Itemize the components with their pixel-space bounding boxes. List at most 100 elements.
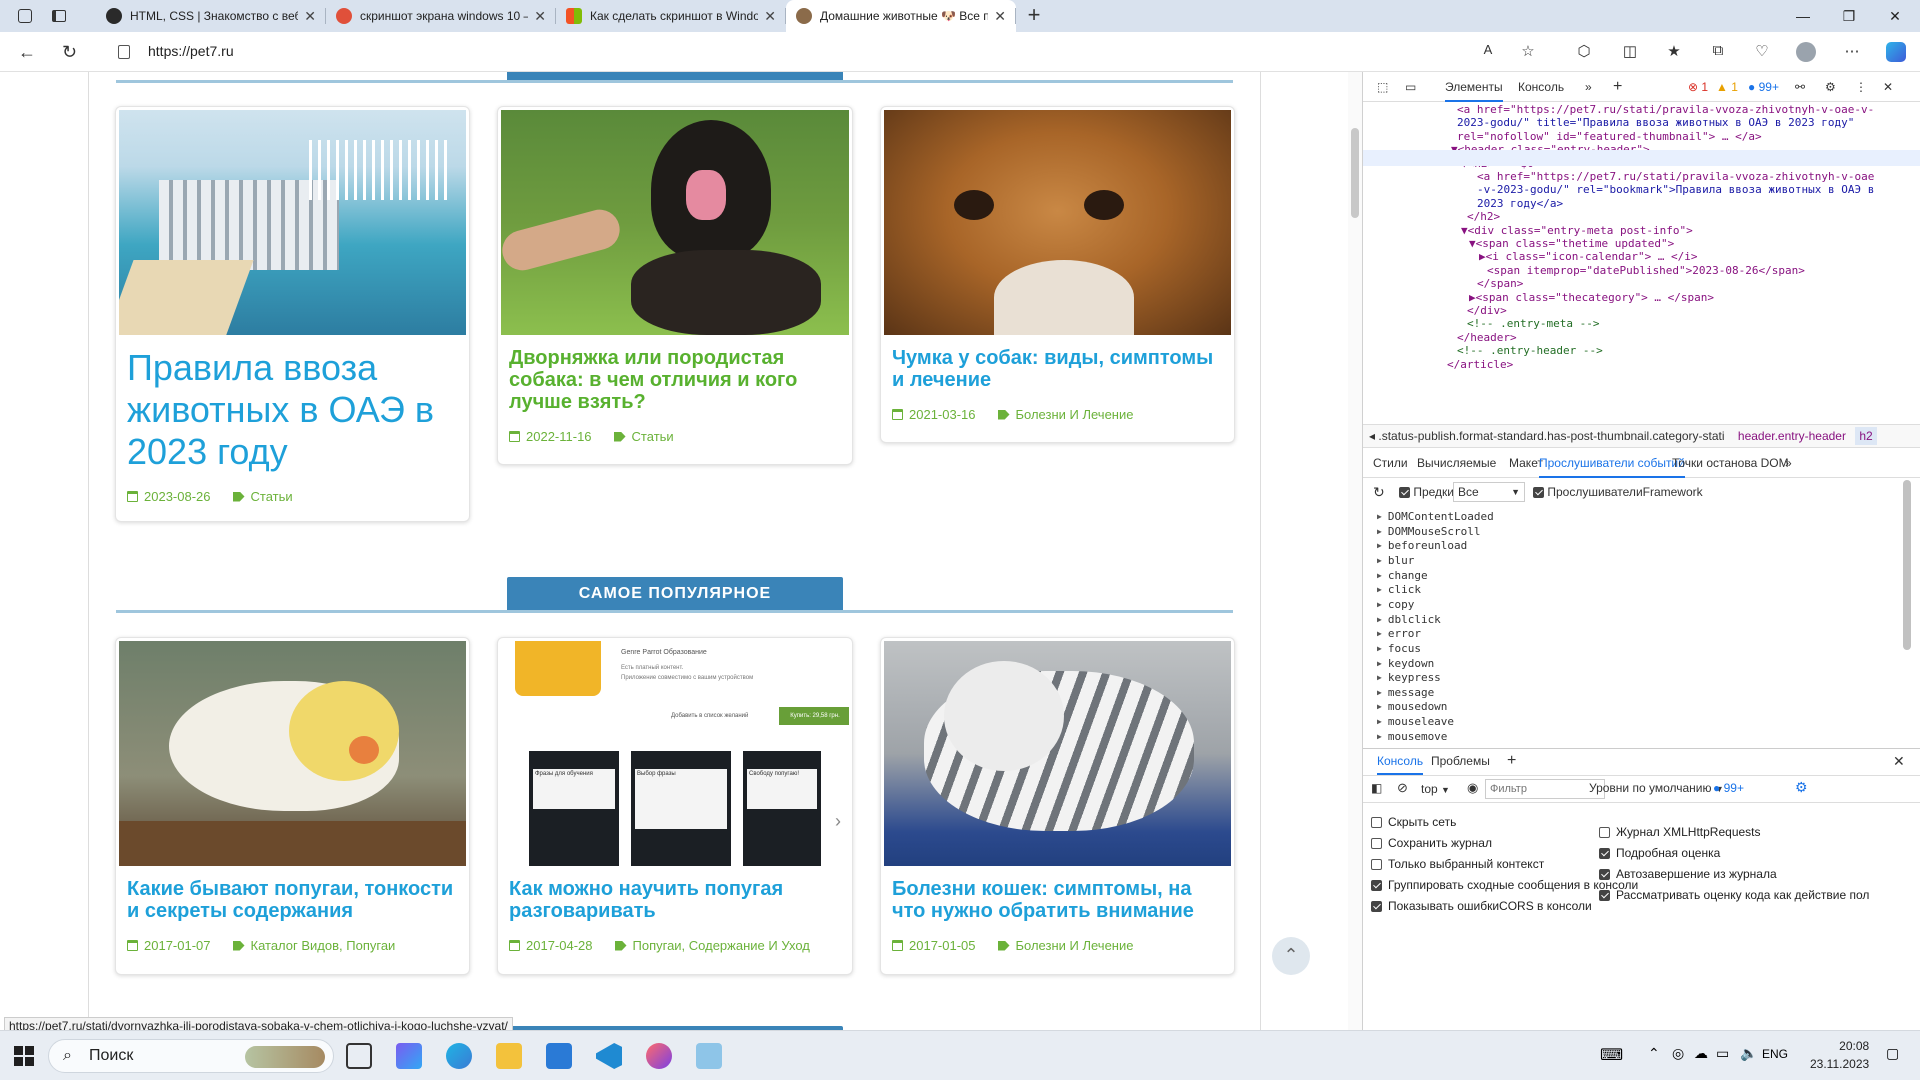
input-language[interactable]: ENG	[1762, 1047, 1788, 1061]
restore-icon[interactable]: ❐	[1826, 0, 1872, 32]
edge-icon[interactable]	[446, 1043, 472, 1069]
minimize-icon[interactable]: —	[1780, 0, 1826, 32]
tab-2[interactable]: Как сделать скриншот в Window ✕	[556, 0, 786, 32]
page-scrollbar[interactable]	[1348, 72, 1362, 1030]
address-field[interactable]	[106, 37, 1566, 67]
console-option-checkbox[interactable]: Скрыть сеть	[1371, 815, 1456, 829]
article-title[interactable]: Дворняжка или породистая собака: в чем о…	[509, 347, 841, 413]
start-button[interactable]	[14, 1046, 34, 1066]
connect-icon[interactable]: ⚯	[1795, 72, 1805, 102]
article-title[interactable]: Болезни кошек: симптомы, на что нужно об…	[892, 878, 1223, 922]
subtab-computed[interactable]: Вычисляемые	[1417, 448, 1496, 478]
add-drawer-tab-icon[interactable]: +	[1507, 749, 1516, 773]
tab-console-drawer[interactable]: Консоль	[1377, 749, 1424, 775]
console-option-checkbox[interactable]: Журнал XMLHttpRequests	[1599, 825, 1761, 839]
file-explorer-icon[interactable]	[496, 1043, 522, 1069]
close-devtools-icon[interactable]: ✕	[1883, 72, 1893, 102]
beagle-photo[interactable]	[884, 110, 1231, 335]
clock[interactable]: 20:08 23.11.2023	[1810, 1037, 1869, 1073]
article-title[interactable]: Правила ввоза животных в ОАЭ в 2023 году	[127, 347, 458, 473]
tab-0[interactable]: HTML, CSS | Знакомство с веб-т ✕	[96, 0, 326, 32]
volume-icon[interactable]: 🔈	[1740, 1045, 1757, 1062]
article-card[interactable]: Правила ввоза животных в ОАЭ в 2023 году…	[115, 106, 470, 522]
ancestors-checkbox[interactable]: Предки	[1399, 485, 1454, 499]
article-card[interactable]: Какие бывают попугаи, тонкости и секреты…	[115, 637, 470, 975]
console-settings-gear-icon[interactable]: ⚙	[1795, 779, 1808, 796]
snipping-tool-icon[interactable]	[696, 1043, 722, 1069]
close-tab-icon[interactable]: ✕	[304, 8, 316, 25]
dog-paw-photo[interactable]	[501, 110, 849, 335]
console-option-checkbox[interactable]: Показывать ошибкиCORS в консоли	[1371, 899, 1592, 913]
extensions-icon[interactable]: ⬡	[1574, 42, 1594, 62]
console-message-count[interactable]: ● 99+	[1713, 781, 1744, 795]
listener-filter-select[interactable]: Все ▼	[1453, 482, 1525, 502]
mail-icon[interactable]	[546, 1043, 572, 1069]
close-tab-icon[interactable]: ✕	[534, 8, 546, 25]
collections-icon[interactable]: ⧉	[1708, 42, 1728, 62]
network-icon[interactable]: ▭	[1716, 1045, 1729, 1062]
article-card[interactable]: Дворняжка или породистая собака: в чем о…	[497, 106, 853, 465]
new-tab-button[interactable]: +	[1016, 0, 1052, 32]
article-card[interactable]: Genre Parrot Образование Есть платный ко…	[497, 637, 853, 975]
close-window-icon[interactable]: ✕	[1872, 0, 1918, 32]
subtab-layout[interactable]: Макет	[1509, 448, 1543, 478]
dom-tree-line[interactable]: <span itemprop="datePublished">2023-08-2…	[1487, 263, 1805, 279]
copilot-icon[interactable]	[1886, 42, 1906, 62]
context-select[interactable]: top ▼	[1421, 779, 1459, 799]
event-listener-list[interactable]: DOMContentLoadedDOMMouseScrollbeforeunlo…	[1363, 508, 1920, 748]
kitten-photo[interactable]	[884, 641, 1231, 866]
console-option-checkbox[interactable]: Подробная оценка	[1599, 846, 1720, 860]
console-option-checkbox[interactable]: Автозавершение из журнала	[1599, 867, 1777, 881]
parrot-app-screenshot[interactable]: Genre Parrot Образование Есть платный ко…	[501, 641, 849, 866]
breadcrumb-scroll-icon[interactable]: ◂	[1363, 429, 1375, 443]
close-tab-icon[interactable]: ✕	[764, 8, 776, 25]
profile-avatar[interactable]	[1796, 42, 1816, 62]
console-option-checkbox[interactable]: Рассматривать оценку кода как действие п…	[1599, 888, 1869, 902]
more-subtabs-icon[interactable]: »	[1785, 448, 1792, 478]
scrollbar-thumb[interactable]	[1351, 128, 1359, 218]
article-card[interactable]: Чумка у собак: виды, симптомы и лечение …	[880, 106, 1235, 443]
framework-listeners-checkbox[interactable]: ПрослушивателиFramework	[1533, 485, 1703, 499]
device-emulation-icon[interactable]: ▭	[1405, 72, 1416, 102]
keyboard-icon[interactable]: ⌨	[1600, 1045, 1623, 1065]
app-icon[interactable]	[646, 1043, 672, 1069]
article-category[interactable]: Статьи	[251, 489, 293, 504]
url-text[interactable]: https://pet7.ru	[148, 43, 234, 59]
error-count[interactable]: ⊗ 1	[1688, 72, 1708, 102]
article-title[interactable]: Какие бывают попугаи, тонкости и секреты…	[127, 878, 458, 922]
console-option-checkbox[interactable]: Только выбранный контекст	[1371, 857, 1544, 871]
tab-3-active[interactable]: Домашние животные 🐶 Все п ✕	[786, 0, 1016, 32]
warning-count[interactable]: ▲ 1	[1716, 72, 1738, 102]
article-category[interactable]: Болезни И Лечение	[1016, 938, 1134, 953]
notifications-icon[interactable]: ▢	[1886, 1045, 1899, 1062]
article-category[interactable]: Болезни И Лечение	[1016, 407, 1134, 422]
chevron-right-icon[interactable]: ›	[835, 811, 841, 832]
subtab-dom-breakpoints[interactable]: Точки останова DOM	[1672, 448, 1789, 478]
back-icon[interactable]: ←	[18, 42, 36, 63]
refresh-icon[interactable]: ↻	[62, 42, 77, 63]
clear-console-icon[interactable]: ⊘	[1397, 780, 1408, 796]
favorites-icon[interactable]: ★	[1664, 42, 1684, 62]
tab-1[interactable]: скриншот экрана windows 10 — ✕	[326, 0, 556, 32]
tab-console[interactable]: Консоль	[1518, 72, 1564, 102]
article-title[interactable]: Чумка у собак: виды, симптомы и лечение	[892, 347, 1223, 391]
console-filter-input[interactable]	[1485, 779, 1605, 799]
scroll-to-top-button[interactable]: ⌃	[1272, 937, 1310, 975]
device-inspect-icon[interactable]: ⬚	[1377, 72, 1388, 102]
browser-essentials-icon[interactable]: ♡	[1752, 42, 1772, 62]
article-category[interactable]: Попугаи, Содержание И Уход	[633, 938, 810, 953]
breadcrumb-item-current[interactable]: h2	[1855, 427, 1877, 445]
tray-app-icon[interactable]: ◎	[1672, 1045, 1684, 1062]
city-coast-photo[interactable]	[119, 110, 466, 335]
close-drawer-icon[interactable]: ✕	[1893, 749, 1905, 773]
breadcrumb-item[interactable]: .status-publish.format-standard.has-post…	[1378, 429, 1724, 443]
breadcrumb-item[interactable]: header.entry-header	[1738, 429, 1846, 443]
article-card[interactable]: Болезни кошек: симптомы, на что нужно об…	[880, 637, 1235, 975]
message-count[interactable]: ● 99+	[1748, 72, 1779, 102]
onedrive-icon[interactable]: ☁	[1694, 1045, 1708, 1062]
levels-select[interactable]: Уровни по умолчанию ▼	[1589, 781, 1724, 795]
read-aloud-icon[interactable]: A	[1478, 42, 1498, 62]
listeners-scrollbar[interactable]	[1903, 480, 1911, 650]
copilot-taskbar-icon[interactable]	[396, 1043, 422, 1069]
workspaces-icon[interactable]	[18, 9, 32, 23]
